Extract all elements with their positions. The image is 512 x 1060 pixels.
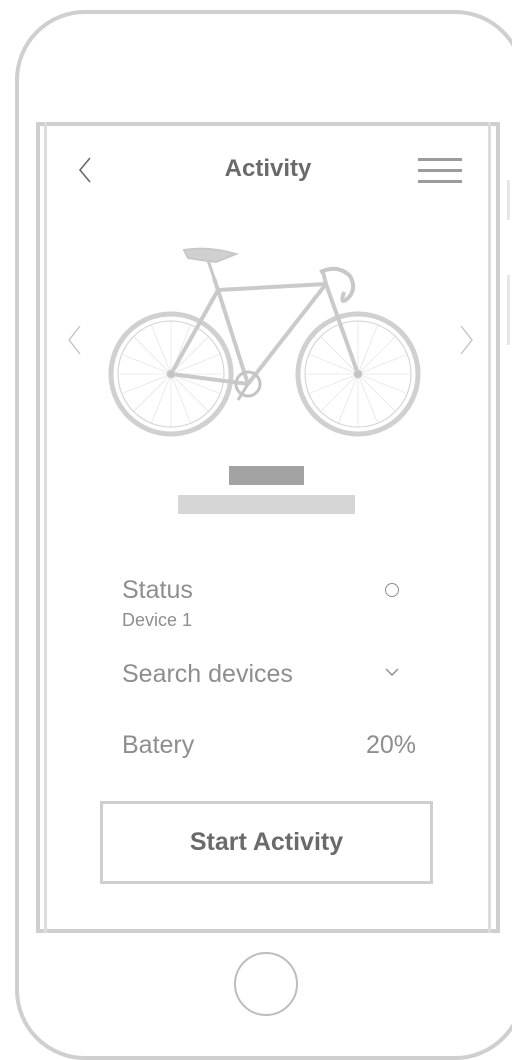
device-name: Device 1 — [122, 610, 193, 630]
battery-value: 20% — [366, 731, 417, 759]
subtitle-placeholder — [178, 495, 355, 514]
bicycle-image — [108, 247, 421, 437]
title-placeholder — [229, 466, 304, 485]
menu-button[interactable] — [418, 156, 464, 186]
chevron-down-icon — [385, 668, 399, 676]
status-label: Status — [122, 576, 193, 604]
hamburger-menu-icon — [418, 169, 462, 172]
circle-icon — [385, 583, 399, 597]
hamburger-menu-icon — [418, 158, 462, 161]
battery-label: Batery — [122, 731, 195, 759]
chevron-right-icon — [460, 325, 473, 355]
search-devices-dropdown[interactable]: Search devices — [122, 660, 293, 689]
next-button[interactable] — [455, 320, 479, 360]
home-button[interactable] — [234, 952, 298, 1016]
hamburger-menu-icon — [418, 180, 462, 183]
previous-button[interactable] — [62, 320, 86, 360]
side-button — [507, 275, 510, 345]
side-button — [507, 180, 510, 220]
dropdown-toggle[interactable] — [384, 664, 400, 680]
start-activity-button[interactable]: Start Activity — [100, 801, 433, 884]
chevron-left-icon — [68, 325, 81, 355]
